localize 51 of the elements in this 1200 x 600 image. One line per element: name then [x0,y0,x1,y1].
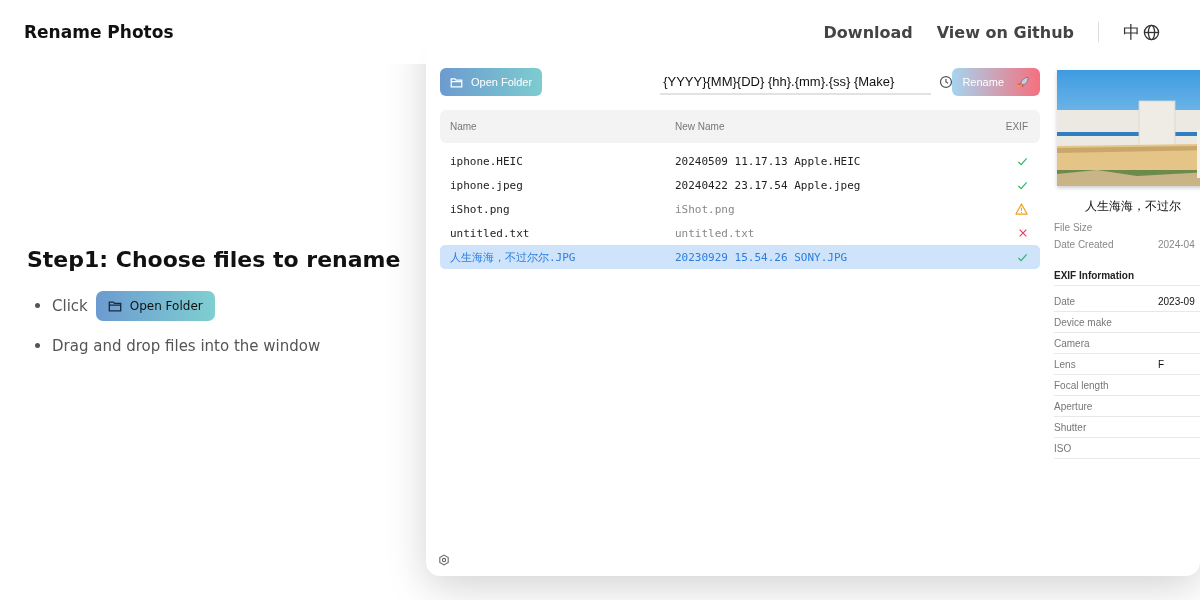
check-icon [1017,155,1028,167]
column-header: EXIF [1004,121,1029,132]
folder-icon [450,75,463,89]
step-text: Drag and drop files into the window [52,336,321,355]
exif-label: Aperture [1054,400,1094,412]
file-name: iphone.HEIC [449,154,524,168]
exif-label: ISO [1054,442,1073,454]
exif-label: Focal length [1054,379,1110,391]
file-row[interactable]: iphone.jpeg 20240422 23.17.54 Apple.jpeg [440,173,1040,197]
nav-link[interactable]: View on Github [936,22,1074,42]
exif-label: Lens [1054,358,1077,370]
file-name: untitled.txt [449,226,531,240]
new-file-name: iShot.png [675,202,736,216]
globe-icon [1143,23,1160,41]
file-title: 人生海海，不过尔 [1085,198,1182,215]
file-row[interactable]: iphone.HEIC 20240509 11.17.13 Apple.HEIC [440,149,1040,173]
new-file-name: 20240422 23.17.54 Apple.jpeg [675,178,862,192]
history-icon [938,75,953,89]
step-heading: Step1: Choose files to rename [27,246,402,272]
folder-icon [107,298,122,313]
warning-icon [1015,203,1028,215]
new-file-name: 20230929 15.54.26 SONY.JPG [675,250,849,264]
exif-label: Shutter [1054,421,1088,433]
exif-value: 2023-09 [1158,295,1195,307]
file-name: 人生海海，不过尔尔.JPG [449,249,577,265]
file-row[interactable]: iShot.png iShot.png [440,197,1040,221]
exif-value: F [1158,358,1165,370]
info-label: File Size [1054,222,1094,233]
exif-label: Camera [1054,337,1091,349]
column-header: Name [449,121,478,132]
brand-name[interactable]: Rename Photos [24,22,174,42]
info-label: Date Created [1054,239,1115,250]
file-name: iShot.png [449,202,511,216]
check-icon [1017,251,1028,263]
open-folder-button[interactable]: Open Folder [95,290,215,321]
check-icon [1017,179,1028,191]
step-text: Click [52,296,88,315]
nav-link[interactable]: Download [823,22,913,42]
new-file-name: 20240509 11.17.13 Apple.HEIC [675,154,862,168]
language-button[interactable]: 中 [1123,20,1160,44]
info-value: 2024-04 [1158,239,1195,250]
section-title: EXIF Information [1054,270,1200,286]
rocket-icon [1016,75,1030,89]
settings-icon[interactable] [438,554,450,566]
file-name: iphone.jpeg [449,178,524,192]
exif-label: Device make [1054,316,1113,328]
column-header: New Name [675,121,726,132]
file-row[interactable]: untitled.txt untitled.txt [440,221,1040,245]
exif-label: Date [1054,295,1077,307]
new-file-name: untitled.txt [675,226,756,240]
cross-icon [1018,228,1028,238]
